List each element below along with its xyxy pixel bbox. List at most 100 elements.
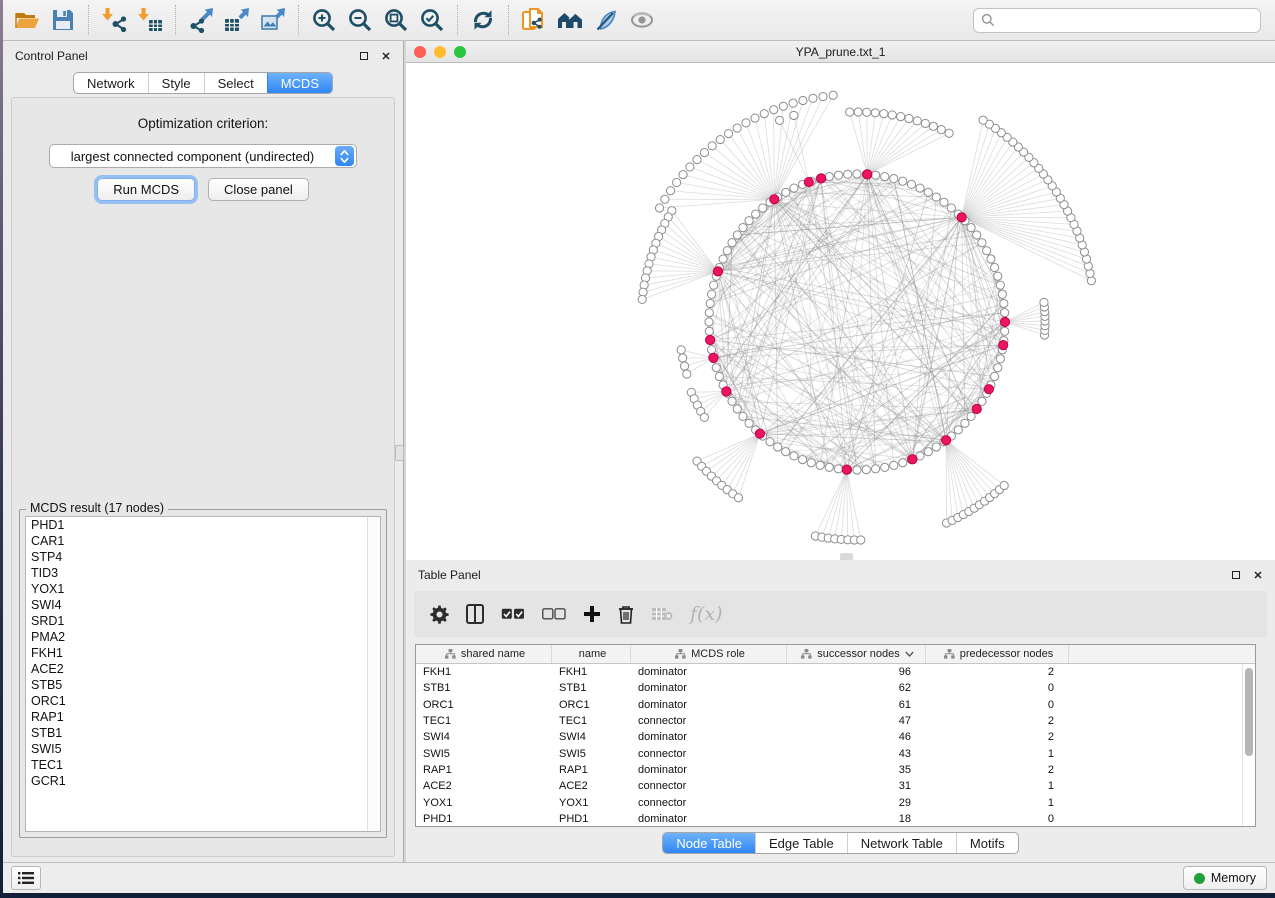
graph-node[interactable]	[996, 355, 1004, 363]
tab-mcds[interactable]: MCDS	[267, 73, 332, 93]
table-row[interactable]: ACE2ACE2connector311	[416, 778, 1255, 794]
graph-node[interactable]	[706, 299, 714, 307]
tab-edge-table[interactable]: Edge Table	[755, 833, 847, 853]
graph-hub-node[interactable]	[706, 335, 715, 344]
graph-node[interactable]	[825, 173, 833, 181]
deselect-all-checks-icon[interactable]	[542, 602, 566, 626]
graph-hub-node[interactable]	[863, 170, 872, 179]
graph-node[interactable]	[715, 372, 723, 380]
graph-leaf-node[interactable]	[666, 187, 674, 195]
vizmapper-icon[interactable]	[588, 2, 624, 38]
graph-leaf-node[interactable]	[871, 109, 879, 117]
graph-hub-node[interactable]	[755, 429, 764, 438]
graph-node[interactable]	[967, 412, 975, 420]
graph-leaf-node[interactable]	[897, 112, 905, 120]
clone-network-icon[interactable]	[516, 2, 552, 38]
close-panel-button[interactable]: Close panel	[208, 178, 309, 201]
graph-leaf-node[interactable]	[734, 494, 742, 502]
list-item[interactable]: GCR1	[26, 773, 380, 789]
table-row[interactable]: SWI4SWI4dominator462	[416, 729, 1255, 745]
list-item[interactable]: STP4	[26, 549, 380, 565]
table-row[interactable]: FKH1FKH1dominator962	[416, 664, 1255, 680]
graph-leaf-node[interactable]	[655, 204, 663, 212]
float-panel-icon[interactable]	[357, 49, 371, 63]
search-input[interactable]	[973, 8, 1261, 33]
graph-hub-node[interactable]	[722, 387, 731, 396]
graph-node[interactable]	[983, 247, 991, 255]
graph-node[interactable]	[807, 459, 815, 467]
graph-node[interactable]	[967, 224, 975, 232]
graph-node[interactable]	[723, 247, 731, 255]
graph-node[interactable]	[899, 177, 907, 185]
graph-hub-node[interactable]	[984, 385, 993, 394]
table-row[interactable]: STB1STB1dominator620	[416, 680, 1255, 696]
graph-node[interactable]	[710, 281, 718, 289]
graph-leaf-node[interactable]	[708, 142, 716, 150]
table-row[interactable]: PHD1PHD1dominator180	[416, 811, 1255, 827]
list-item[interactable]: TEC1	[26, 757, 380, 773]
graph-leaf-node[interactable]	[770, 106, 778, 114]
graph-leaf-node[interactable]	[905, 114, 913, 122]
graph-node[interactable]	[987, 255, 995, 263]
graph-node[interactable]	[1000, 299, 1008, 307]
graph-node[interactable]	[705, 309, 713, 317]
graph-node[interactable]	[834, 171, 842, 179]
graph-node[interactable]	[862, 466, 870, 474]
graph-leaf-node[interactable]	[779, 102, 787, 110]
list-item[interactable]: CAR1	[26, 533, 380, 549]
graph-node[interactable]	[728, 239, 736, 247]
graph-node[interactable]	[766, 438, 774, 446]
tab-motifs[interactable]: Motifs	[956, 833, 1018, 853]
graph-node[interactable]	[991, 372, 999, 380]
graph-leaf-node[interactable]	[790, 111, 798, 119]
graph-node[interactable]	[991, 263, 999, 271]
task-history-icon[interactable]	[11, 866, 41, 890]
graph-hub-node[interactable]	[999, 341, 1008, 350]
graph-node[interactable]	[728, 397, 736, 405]
zoom-in-icon[interactable]	[306, 2, 342, 38]
graph-hub-node[interactable]	[842, 465, 851, 474]
graph-leaf-node[interactable]	[854, 108, 862, 116]
horizontal-splitter-grip[interactable]	[840, 553, 853, 560]
mcds-result-list[interactable]: PHD1CAR1STP4TID3YOX1SWI4SRD1PMA2FKH1ACE2…	[25, 516, 381, 832]
graph-hub-node[interactable]	[709, 353, 718, 362]
add-column-icon[interactable]	[583, 602, 601, 626]
graph-node[interactable]	[899, 459, 907, 467]
graph-leaf-node[interactable]	[680, 362, 688, 370]
export-table-icon[interactable]	[219, 2, 255, 38]
table-row[interactable]: YOX1YOX1connector291	[416, 794, 1255, 810]
show-all-networks-icon[interactable]	[552, 2, 588, 38]
graph-leaf-node[interactable]	[679, 170, 687, 178]
refresh-view-icon[interactable]	[465, 2, 501, 38]
graph-node[interactable]	[844, 170, 852, 178]
graph-node[interactable]	[782, 448, 790, 456]
graph-leaf-node[interactable]	[979, 116, 987, 124]
graph-leaf-node[interactable]	[751, 114, 759, 122]
graph-node[interactable]	[834, 465, 842, 473]
graph-node[interactable]	[961, 419, 969, 427]
memory-button[interactable]: Memory	[1183, 866, 1267, 890]
graph-leaf-node[interactable]	[742, 119, 750, 127]
graph-node[interactable]	[774, 443, 782, 451]
table-options-gear-icon[interactable]	[430, 602, 449, 626]
graph-leaf-node[interactable]	[888, 111, 896, 119]
graph-node[interactable]	[871, 465, 879, 473]
function-builder-icon[interactable]: f(x)	[690, 602, 723, 626]
graph-node[interactable]	[932, 193, 940, 201]
graph-leaf-node[interactable]	[686, 163, 694, 171]
graph-hub-node[interactable]	[817, 174, 826, 183]
graph-node[interactable]	[978, 239, 986, 247]
graph-leaf-node[interactable]	[880, 110, 888, 118]
graph-leaf-node[interactable]	[716, 135, 724, 143]
export-network-icon[interactable]	[183, 2, 219, 38]
list-item[interactable]: YOX1	[26, 581, 380, 597]
graph-leaf-node[interactable]	[829, 91, 837, 99]
column-header-predecessor-nodes[interactable]: predecessor nodes	[926, 645, 1069, 663]
graph-leaf-node[interactable]	[863, 108, 871, 116]
graph-leaf-node[interactable]	[677, 346, 685, 354]
graph-node[interactable]	[782, 188, 790, 196]
graph-leaf-node[interactable]	[673, 178, 681, 186]
graph-leaf-node[interactable]	[921, 119, 929, 127]
import-table-icon[interactable]	[132, 2, 168, 38]
splitter-grip[interactable]	[395, 445, 404, 461]
